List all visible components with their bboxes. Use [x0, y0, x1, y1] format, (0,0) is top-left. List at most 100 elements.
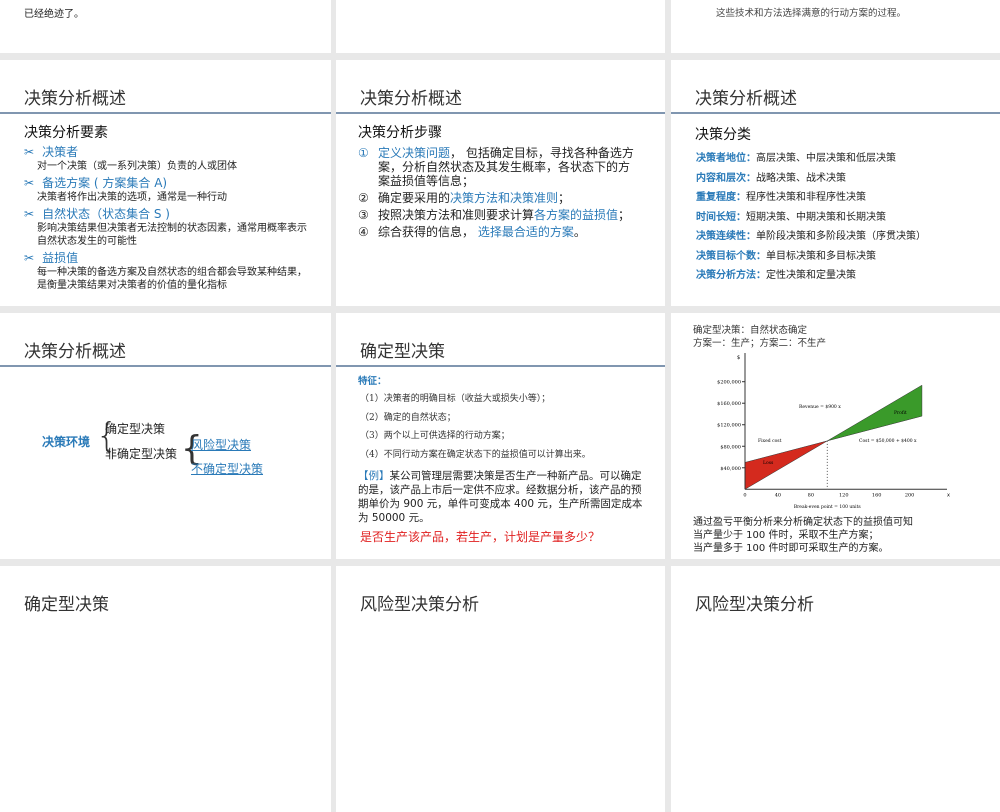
slide-thumbnail-6[interactable]: 决策分析概述 决策分类 决策者地位：高层决策、中层决策和低层决策 内容和层次：战略…	[671, 60, 1000, 306]
slide-subtitle: 决策分析步骤	[358, 125, 442, 141]
feature-item: （2）确定的自然状态；	[360, 412, 456, 423]
class-value: 单阶段决策和多阶段决策（序贯决策）	[756, 231, 926, 242]
slide-thumbnail-12[interactable]: 风险型决策分析	[671, 566, 1000, 812]
slide-text: 这些技术和方法选择满意的行动方案的过程。	[716, 8, 907, 19]
x-tick-label: 200	[905, 492, 915, 498]
conclusion-line: 当产量多于 100 件时即可采取生产的方案。	[693, 543, 889, 554]
profit-label: Profit	[894, 410, 907, 416]
element-heading: ✂ 备选方案 ( 方案集合 A)	[24, 175, 314, 191]
step-part: 综合获得的信息，	[378, 225, 478, 239]
steps-list: ① 定义决策问题， 包括确定目标，寻找各种备选方案，分析自然状态及其发生概率，各状…	[358, 146, 638, 242]
class-value: 定性决策和定量决策	[766, 270, 856, 281]
slide-thumbnail-2[interactable]	[336, 0, 665, 53]
element-desc: 对一个决策（或一系列决策）负责的人或团体	[37, 161, 237, 172]
example-body: 某公司管理层需要决策是否生产一种新产品。可以确定的是，该产品上市后一定供不应求。…	[358, 470, 643, 524]
slide-title: 风险型决策分析	[695, 595, 814, 615]
step-item: ④ 综合获得的信息， 选择最合适的方案。	[358, 225, 638, 239]
link-uncertain-decision[interactable]: 不确定型决策	[191, 460, 263, 477]
classification-row: 内容和层次：战略决策、战术决策	[696, 169, 926, 189]
classification-row: 重复程度：程序性决策和非程序性决策	[696, 188, 926, 208]
class-key: 时间长短：	[696, 211, 746, 223]
loss-label: Loss	[763, 460, 774, 466]
feature-item: （3）两个以上可供选择的行动方案；	[360, 431, 510, 441]
slide-thumbnail-7[interactable]: 决策分析概述 决策环境 { 确定型决策 非确定型决策 { 风险型决策 不确定型决…	[0, 313, 331, 559]
title-divider	[0, 112, 331, 114]
slide-thumbnail-11[interactable]: 风险型决策分析	[336, 566, 665, 812]
link-risk-decision[interactable]: 风险型决策	[191, 436, 251, 453]
loss-area	[744, 440, 828, 490]
title-divider	[336, 365, 665, 367]
slide-title: 决策分析概述	[24, 342, 126, 362]
fixed-cost-label: Fixed cost	[758, 438, 782, 444]
class-value: 高层决策、中层决策和低层决策	[756, 153, 896, 164]
slide-thumbnail-9[interactable]: 确定型决策：自然状态确定 方案一：生产；方案二：不生产 $ x $40,000 $80,…	[671, 313, 1000, 559]
element-heading: ✂ 决策者	[24, 144, 314, 160]
title-divider	[0, 365, 331, 367]
scissors-bullet-icon: ✂	[24, 251, 35, 265]
x-tick-label: 120	[839, 492, 849, 498]
class-key: 决策连续性：	[696, 231, 756, 242]
class-value: 单目标决策和多目标决策	[766, 250, 876, 262]
step-part: 按照决策方法和准则要求计算	[378, 208, 535, 222]
y-tick-label: $200,000	[717, 380, 741, 386]
tree-node: 非确定型决策	[105, 447, 178, 461]
y-tick-label: $160,000	[717, 401, 741, 407]
slide-thumbnail-10[interactable]: 确定型决策	[0, 566, 331, 812]
y-tick-label: $40,000	[720, 466, 741, 472]
conclusion-line: 当产量少于 100 件时，采取不生产方案；	[693, 530, 879, 541]
class-key: 内容和层次：	[696, 172, 756, 184]
element-title: 自然状态（状态集合 S )	[42, 207, 170, 221]
cost-label: Cost = $50,000 + $400 x	[859, 438, 917, 444]
step-part: 各方案的益损值	[534, 208, 619, 222]
slide-title: 决策分析概述	[360, 89, 462, 109]
slide-title: 决策分析概述	[695, 89, 797, 109]
class-key: 决策目标个数：	[696, 250, 766, 262]
slide-thumbnail-1[interactable]: 已经绝迹了。	[0, 0, 331, 53]
feature-label: 特征：	[358, 376, 387, 387]
element-desc: 决策者将作出决策的选项，通常是一种行动	[37, 192, 227, 203]
step-part: 选择最合适的方案	[477, 225, 574, 239]
slide-title: 确定型决策	[24, 595, 109, 615]
step-item: ② 确定要采用的决策方法和决策准则；	[358, 191, 638, 205]
y-axis-label: $	[737, 355, 740, 361]
title-divider	[336, 112, 665, 114]
slide-title: 风险型决策分析	[360, 595, 479, 615]
slide-thumbnail-4[interactable]: 决策分析概述 决策分析要素 ✂ 决策者 对一个决策（或一系列决策）负责的人或团体 ✂ 备…	[0, 60, 331, 306]
classification-row: 决策分析方法：定性决策和定量决策	[696, 266, 926, 286]
step-item: ③ 按照决策方法和准则要求计算各方案的益损值；	[358, 208, 638, 222]
step-part: ；	[558, 191, 571, 205]
step-number: ③	[358, 208, 369, 222]
slide-thumbnail-8[interactable]: 确定型决策 特征： （1）决策者的明确目标（收益大或损失小等）； （2）确定的自然…	[336, 313, 665, 559]
feature-list: （1）决策者的明确目标（收益大或损失小等）； （2）确定的自然状态； （3）两个以上…	[360, 390, 591, 464]
tree-root: 决策环境	[42, 435, 91, 449]
question-text: 是否生产该产品，若生产，计划是产量多少？	[360, 530, 601, 544]
classification-row: 决策者地位：高层决策、中层决策和低层决策	[696, 149, 926, 169]
step-number: ②	[358, 191, 369, 205]
step-part: 确定要采用的	[378, 191, 451, 205]
classification-list: 决策者地位：高层决策、中层决策和低层决策 内容和层次：战略决策、战术决策 重复程度：…	[696, 149, 926, 286]
classification-row: 时间长短：短期决策、中期决策和长期决策	[696, 208, 926, 228]
conclusion-line: 通过盈亏平衡分析来分析确定状态下的益损值可知	[693, 517, 913, 528]
y-tick-label: $120,000	[717, 423, 741, 429]
elements-list: ✂ 决策者 对一个决策（或一系列决策）负责的人或团体 ✂ 备选方案 ( 方案集合 A) 决…	[24, 144, 314, 294]
example-text: 【例】某公司管理层需要决策是否生产一种新产品。可以确定的是，该产品上市后一定供不…	[358, 469, 648, 525]
step-text: 定义决策问题， 包括确定目标，寻找各种备选方案，分析自然状态及其发生概率，各状态…	[378, 146, 638, 188]
step-number: ④	[358, 225, 369, 239]
step-part: 。	[573, 225, 586, 239]
scissors-bullet-icon: ✂	[24, 145, 35, 159]
element-heading: ✂ 益损值	[24, 250, 314, 266]
slide-subtitle: 决策分类	[695, 127, 751, 143]
element-heading: ✂ 自然状态（状态集合 S )	[24, 206, 314, 222]
slide-subtitle: 决策分析要素	[24, 125, 108, 141]
scissors-bullet-icon: ✂	[24, 176, 35, 190]
slide-thumbnail-3[interactable]: 这些技术和方法选择满意的行动方案的过程。	[671, 0, 1000, 53]
class-key: 重复程度：	[696, 192, 746, 203]
step-text: 按照决策方法和准则要求计算各方案的益损值；	[378, 208, 630, 222]
slide-thumbnail-5[interactable]: 决策分析概述 决策分析步骤 ① 定义决策问题， 包括确定目标，寻找各种备选方案，分…	[336, 60, 665, 306]
step-item: ① 定义决策问题， 包括确定目标，寻找各种备选方案，分析自然状态及其发生概率，各状…	[358, 146, 638, 188]
class-key: 决策分析方法：	[696, 270, 766, 281]
breakeven-label: Break-even point = 100 units	[794, 504, 862, 510]
slide-title: 决策分析概述	[24, 89, 126, 109]
element-title: 备选方案 ( 方案集合 A)	[42, 176, 168, 190]
element-title: 决策者	[42, 145, 79, 159]
